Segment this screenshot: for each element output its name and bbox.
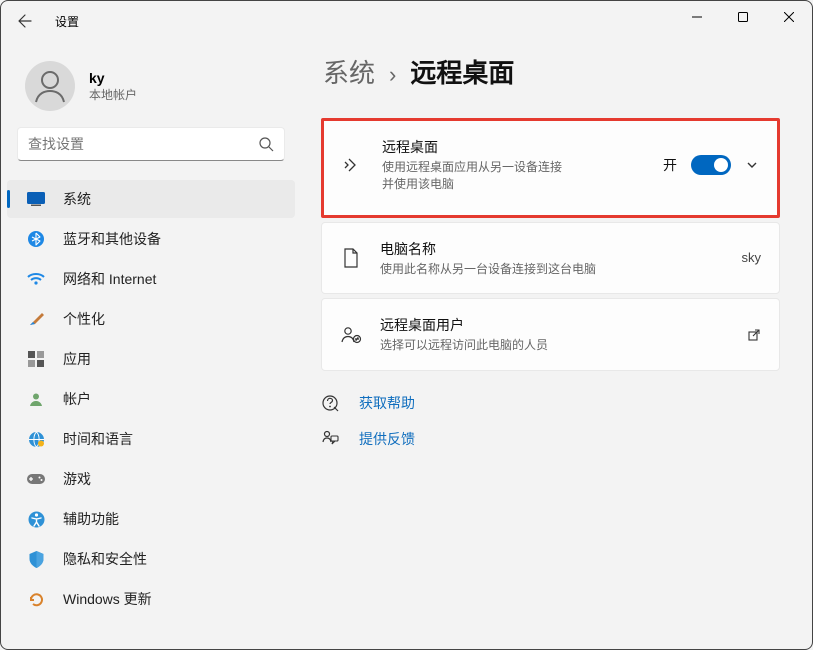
card-title: 远程桌面用户 [380,315,729,335]
user-avatar-icon [25,61,75,111]
nav-item-accounts[interactable]: 帐户 [7,380,295,418]
card-subtitle: 选择可以远程访问此电脑的人员 [380,337,729,354]
shield-icon [27,550,45,568]
search-input[interactable] [28,136,258,152]
card-subtitle: 使用远程桌面应用从另一设备连接并使用该电脑 [382,159,562,193]
nav-item-windows-update[interactable]: Windows 更新 [7,580,295,618]
wifi-icon [27,270,45,288]
close-button[interactable] [766,1,812,33]
nav-item-gaming[interactable]: 游戏 [7,460,295,498]
chevron-down-icon[interactable] [745,158,759,172]
nav-label: 隐私和安全性 [63,549,147,569]
paintbrush-icon [27,310,45,328]
nav-label: 应用 [63,349,91,369]
minimize-button[interactable] [674,1,720,33]
nav-item-accessibility[interactable]: 辅助功能 [7,500,295,538]
nav-label: 网络和 Internet [63,269,156,289]
nav-label: 系统 [63,189,91,209]
nav-label: 辅助功能 [63,509,119,529]
accounts-icon [27,390,45,408]
avatar [25,61,75,111]
feedback-link[interactable]: 提供反馈 [321,429,780,449]
bluetooth-icon [27,230,45,248]
remote-users-card[interactable]: 远程桌面用户 选择可以远程访问此电脑的人员 [321,298,780,371]
nav-list: 系统 蓝牙和其他设备 网络和 Internet 个性化 应用 [1,179,301,619]
search-icon [258,136,274,152]
remote-desktop-icon [342,155,364,175]
nav-label: 游戏 [63,469,91,489]
pc-name-card[interactable]: 电脑名称 使用此名称从另一台设备连接到这台电脑 sky [321,222,780,295]
nav-label: 个性化 [63,309,105,329]
nav-label: 蓝牙和其他设备 [63,229,161,249]
account-type: 本地帐户 [89,86,137,103]
users-icon [340,326,362,344]
page-title: 远程桌面 [410,53,514,90]
card-subtitle: 使用此名称从另一台设备连接到这台电脑 [380,261,724,278]
pc-name-value: sky [742,250,762,265]
card-title: 电脑名称 [380,239,724,259]
nav-label: Windows 更新 [63,589,152,609]
nav-item-apps[interactable]: 应用 [7,340,295,378]
nav-item-time-language[interactable]: 时间和语言 [7,420,295,458]
accessibility-icon [27,510,45,528]
arrow-left-icon [17,13,33,29]
account-block[interactable]: ky 本地帐户 [1,51,301,125]
remote-desktop-toggle[interactable] [691,155,731,175]
toggle-label: 开 [663,155,677,175]
maximize-button[interactable] [720,1,766,33]
nav-label: 帐户 [63,389,91,409]
apps-icon [27,350,45,368]
app-title: 设置 [55,13,79,30]
chevron-right-icon: › [389,62,396,88]
help-icon [321,394,339,412]
remote-desktop-card[interactable]: 远程桌面 使用远程桌面应用从另一设备连接并使用该电脑 开 [321,118,780,218]
feedback-icon [321,430,339,448]
maximize-icon [738,12,748,22]
globe-icon [27,430,45,448]
breadcrumb: 系统 › 远程桌面 [323,53,780,90]
card-title: 远程桌面 [382,137,645,157]
nav-item-privacy[interactable]: 隐私和安全性 [7,540,295,578]
minimize-icon [692,12,702,22]
nav-item-personalization[interactable]: 个性化 [7,300,295,338]
open-external-icon [747,328,761,342]
nav-item-network[interactable]: 网络和 Internet [7,260,295,298]
nav-item-system[interactable]: 系统 [7,180,295,218]
gaming-icon [27,470,45,488]
document-icon [340,248,362,268]
update-icon [27,590,45,608]
breadcrumb-parent[interactable]: 系统 [323,53,375,90]
back-button[interactable] [13,9,37,33]
system-icon [27,190,45,208]
get-help-link[interactable]: 获取帮助 [321,393,780,413]
link-label: 提供反馈 [359,429,415,449]
search-box[interactable] [17,127,285,161]
account-name: ky [89,70,137,86]
content-area: 系统 › 远程桌面 远程桌面 使用远程桌面应用从另一设备连接并使用该电脑 开 [301,41,812,649]
close-icon [784,12,794,22]
link-label: 获取帮助 [359,393,415,413]
nav-label: 时间和语言 [63,429,133,449]
sidebar: ky 本地帐户 系统 蓝牙和其他设备 网络和 In [1,41,301,649]
nav-item-bluetooth[interactable]: 蓝牙和其他设备 [7,220,295,258]
